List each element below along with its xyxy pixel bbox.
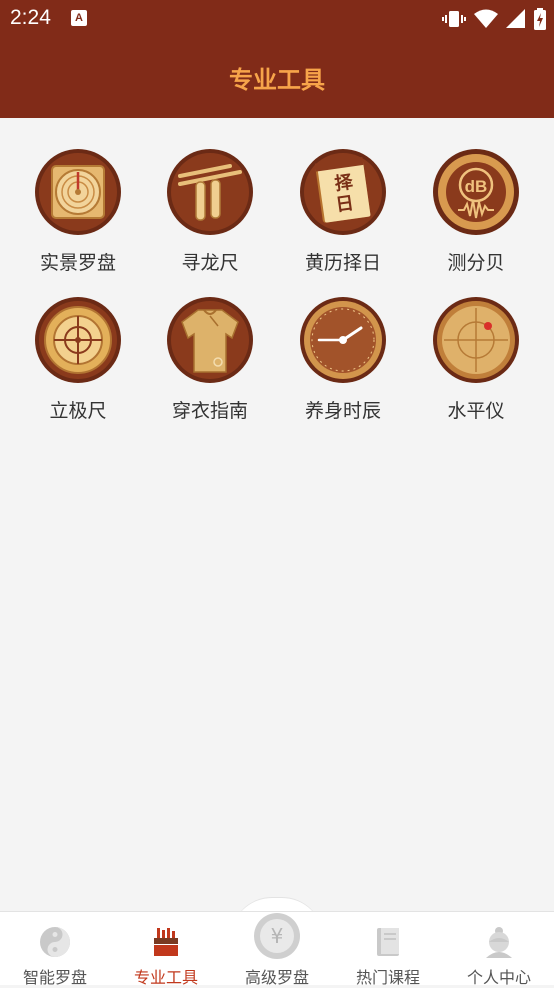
almanac-text-2: 日 (334, 193, 355, 216)
tool-item-almanac[interactable]: 择 日 黄历择日 (283, 148, 403, 275)
tab-label: 高级罗盘 (244, 968, 309, 987)
coin-yen-icon: ¥ (253, 912, 301, 960)
battery-icon (534, 8, 546, 30)
signal-icon (506, 9, 525, 28)
tool-item-clothing[interactable]: 穿衣指南 (150, 296, 270, 423)
spirit-level-icon (432, 296, 520, 384)
tab-label: 热门课程 (355, 968, 420, 987)
tool-label: 黄历择日 (304, 252, 381, 274)
yin-yang-icon (39, 926, 71, 958)
notification-icon: A (71, 10, 87, 26)
tab-hot-courses[interactable]: 热门课程 (333, 912, 443, 987)
compass-real-icon (34, 148, 122, 236)
almanac-calendar-icon: 择 日 (299, 148, 387, 236)
decibel-text: dB (465, 177, 488, 196)
health-clock-icon (299, 296, 387, 384)
tool-item-health-clock[interactable]: 养身时辰 (283, 296, 403, 423)
tool-item-spirit-level[interactable]: 水平仪 (416, 296, 536, 423)
tool-label: 寻龙尺 (181, 252, 239, 274)
wifi-icon (474, 9, 498, 28)
vibrate-icon (442, 11, 466, 27)
status-time: 2:24 (10, 6, 51, 29)
decibel-meter-icon: dB (432, 148, 520, 236)
tab-label: 个人中心 (466, 968, 531, 987)
tool-item-geomancy-ruler[interactable]: 立极尺 (18, 296, 138, 423)
clothing-guide-icon (166, 296, 254, 384)
coin-glyph: ¥ (271, 924, 284, 948)
tool-label: 立极尺 (49, 400, 107, 422)
tool-item-compass-real[interactable]: 实景罗盘 (18, 148, 138, 275)
tab-smart-compass[interactable]: 智能罗盘 (0, 912, 110, 987)
dowsing-rod-icon (166, 148, 254, 236)
geomancy-ruler-icon (34, 296, 122, 384)
status-icons (442, 8, 546, 30)
tab-profile[interactable]: 个人中心 (444, 912, 554, 987)
tool-label: 测分贝 (447, 252, 505, 274)
page-title: 专业工具 (229, 66, 325, 94)
tab-label: 智能罗盘 (22, 968, 87, 987)
tool-label: 穿衣指南 (171, 400, 248, 422)
tab-label: 专业工具 (133, 968, 198, 987)
status-bar: 2:24 A (0, 0, 554, 38)
tool-label: 水平仪 (447, 400, 505, 422)
app-header: 专业工具 (0, 38, 554, 118)
notification-glyph: A (75, 12, 83, 24)
tool-label: 养身时辰 (304, 400, 381, 422)
tab-advanced-compass[interactable]: ¥ 高级罗盘 (222, 912, 332, 987)
book-icon (372, 926, 404, 958)
tool-item-dowsing-rod[interactable]: 寻龙尺 (150, 148, 270, 275)
person-icon (483, 926, 515, 958)
tab-pro-tools[interactable]: 专业工具 (111, 912, 221, 987)
tool-label: 实景罗盘 (39, 252, 116, 274)
tool-item-decibel[interactable]: dB 测分贝 (416, 148, 536, 275)
toolbox-icon (150, 926, 182, 958)
